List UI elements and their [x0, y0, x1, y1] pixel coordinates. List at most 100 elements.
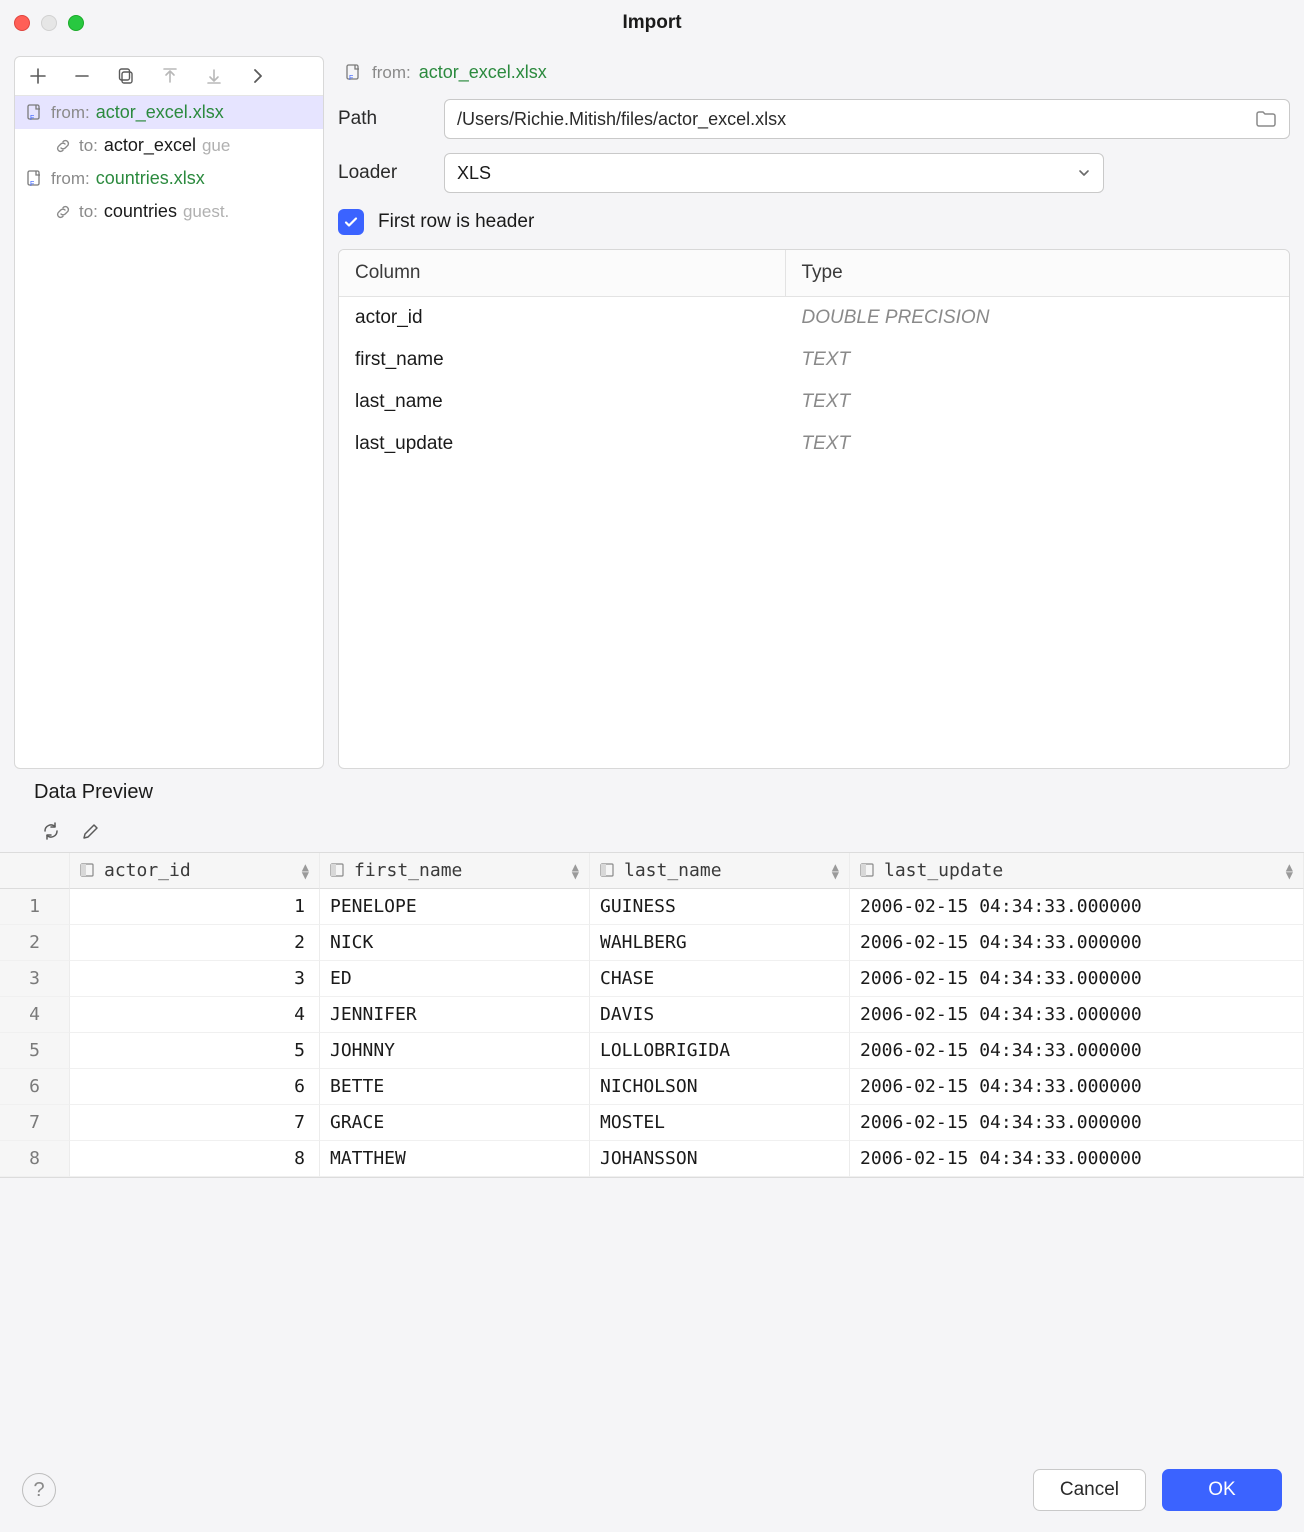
grid-header-row: actor_id ▲▼ first_name ▲▼ last_name ▲▼ l…: [0, 853, 1304, 889]
sort-icon: ▲▼: [572, 863, 579, 879]
chevron-down-icon: [1077, 166, 1091, 180]
grid-cell[interactable]: MOSTEL: [590, 1105, 850, 1141]
link-icon: [53, 136, 73, 156]
ok-button[interactable]: OK: [1162, 1469, 1282, 1511]
grid-cell[interactable]: 2006-02-15 04:34:33.000000: [850, 1069, 1304, 1105]
column-name: last_update: [339, 423, 786, 465]
column-row[interactable]: last_name TEXT: [339, 381, 1289, 423]
browse-folder-icon[interactable]: [1255, 109, 1277, 129]
grid-cell[interactable]: ED: [320, 961, 590, 997]
refresh-button[interactable]: [40, 820, 62, 842]
grid-row[interactable]: 77GRACEMOSTEL2006-02-15 04:34:33.000000: [0, 1105, 1304, 1141]
loader-row: Loader XLS: [338, 153, 1290, 193]
column-type: DOUBLE PRECISION: [786, 297, 1290, 339]
column-type: TEXT: [786, 423, 1290, 465]
column-icon: [330, 863, 346, 879]
grid-cell[interactable]: 1: [70, 889, 320, 925]
row-number: 6: [0, 1069, 70, 1105]
cancel-button[interactable]: Cancel: [1033, 1469, 1146, 1511]
column-name: last_name: [339, 381, 786, 423]
grid-header-cell[interactable]: actor_id ▲▼: [70, 853, 320, 889]
row-number: 1: [0, 889, 70, 925]
loader-select[interactable]: XLS: [444, 153, 1104, 193]
grid-cell[interactable]: 3: [70, 961, 320, 997]
grid-cell[interactable]: 2006-02-15 04:34:33.000000: [850, 961, 1304, 997]
path-label: Path: [338, 108, 426, 130]
move-down-button[interactable]: [203, 65, 225, 87]
tree-item-from[interactable]: F from: countries.xlsx: [15, 162, 323, 195]
grid-row[interactable]: 55JOHNNYLOLLOBRIGIDA2006-02-15 04:34:33.…: [0, 1033, 1304, 1069]
grid-header-cell[interactable]: last_name ▲▼: [590, 853, 850, 889]
copy-button[interactable]: [115, 65, 137, 87]
grid-cell[interactable]: MATTHEW: [320, 1141, 590, 1177]
grid-cell[interactable]: NICHOLSON: [590, 1069, 850, 1105]
grid-cell[interactable]: 7: [70, 1105, 320, 1141]
help-button[interactable]: ?: [22, 1473, 56, 1507]
grid-header-cell[interactable]: first_name ▲▼: [320, 853, 590, 889]
grid-row[interactable]: 44JENNIFERDAVIS2006-02-15 04:34:33.00000…: [0, 997, 1304, 1033]
move-up-button[interactable]: [159, 65, 181, 87]
grid-cell[interactable]: NICK: [320, 925, 590, 961]
grid-cell[interactable]: 2: [70, 925, 320, 961]
add-source-button[interactable]: [27, 65, 49, 87]
column-icon: [860, 863, 876, 879]
column-icon: [80, 863, 96, 879]
grid-cell[interactable]: PENELOPE: [320, 889, 590, 925]
grid-cell[interactable]: 2006-02-15 04:34:33.000000: [850, 997, 1304, 1033]
grid-cell[interactable]: JOHANSSON: [590, 1141, 850, 1177]
column-row[interactable]: last_update TEXT: [339, 423, 1289, 465]
grid-cell[interactable]: LOLLOBRIGIDA: [590, 1033, 850, 1069]
loader-label: Loader: [338, 162, 426, 184]
grid-header-label: actor_id: [104, 860, 191, 881]
grid-cell[interactable]: 8: [70, 1141, 320, 1177]
grid-cell[interactable]: DAVIS: [590, 997, 850, 1033]
path-input[interactable]: /Users/Richie.Mitish/files/actor_excel.x…: [444, 99, 1290, 139]
titlebar: Import: [0, 0, 1304, 46]
columns-table: Column Type actor_id DOUBLE PRECISION fi…: [338, 249, 1290, 769]
columns-header-type[interactable]: Type: [786, 250, 1290, 296]
grid-cell[interactable]: GUINESS: [590, 889, 850, 925]
grid-cell[interactable]: 2006-02-15 04:34:33.000000: [850, 925, 1304, 961]
file-from-icon: F: [25, 169, 45, 189]
tree-item-to[interactable]: to: actor_excel gue: [15, 129, 323, 162]
grid-row[interactable]: 22NICKWAHLBERG2006-02-15 04:34:33.000000: [0, 925, 1304, 961]
grid-cell[interactable]: 2006-02-15 04:34:33.000000: [850, 889, 1304, 925]
grid-cell[interactable]: 2006-02-15 04:34:33.000000: [850, 1033, 1304, 1069]
grid-cell[interactable]: 6: [70, 1069, 320, 1105]
tree-item-to[interactable]: to: countries guest.: [15, 195, 323, 228]
grid-cell[interactable]: BETTE: [320, 1069, 590, 1105]
grid-row[interactable]: 88MATTHEWJOHANSSON2006-02-15 04:34:33.00…: [0, 1141, 1304, 1177]
grid-corner: [0, 853, 70, 889]
data-preview-title: Data Preview: [0, 775, 1304, 816]
grid-cell[interactable]: GRACE: [320, 1105, 590, 1141]
first-row-header-checkbox[interactable]: [338, 209, 364, 235]
grid-row[interactable]: 33EDCHASE2006-02-15 04:34:33.000000: [0, 961, 1304, 997]
grid-header-cell[interactable]: last_update ▲▼: [850, 853, 1304, 889]
tree-item-from[interactable]: F from: actor_excel.xlsx: [15, 96, 323, 129]
grid-header-label: first_name: [354, 860, 462, 881]
grid-cell[interactable]: 2006-02-15 04:34:33.000000: [850, 1141, 1304, 1177]
grid-row[interactable]: 66BETTENICHOLSON2006-02-15 04:34:33.0000…: [0, 1069, 1304, 1105]
sort-icon: ▲▼: [832, 863, 839, 879]
grid-header-label: last_name: [624, 860, 722, 881]
grid-cell[interactable]: JOHNNY: [320, 1033, 590, 1069]
edit-button[interactable]: [80, 820, 102, 842]
file-from-icon: F: [25, 103, 45, 123]
column-row[interactable]: first_name TEXT: [339, 339, 1289, 381]
column-row[interactable]: actor_id DOUBLE PRECISION: [339, 297, 1289, 339]
column-name: actor_id: [339, 297, 786, 339]
grid-row[interactable]: 11PENELOPEGUINESS2006-02-15 04:34:33.000…: [0, 889, 1304, 925]
grid-cell[interactable]: JENNIFER: [320, 997, 590, 1033]
remove-source-button[interactable]: [71, 65, 93, 87]
columns-header-column[interactable]: Column: [339, 250, 786, 296]
grid-cell[interactable]: WAHLBERG: [590, 925, 850, 961]
row-number: 8: [0, 1141, 70, 1177]
sidebar-toolbar: [15, 57, 323, 96]
expand-button[interactable]: [247, 65, 269, 87]
grid-cell[interactable]: 4: [70, 997, 320, 1033]
grid-cell[interactable]: 2006-02-15 04:34:33.000000: [850, 1105, 1304, 1141]
preview-grid: actor_id ▲▼ first_name ▲▼ last_name ▲▼ l…: [0, 852, 1304, 1178]
main-panel: F from: actor_excel.xlsx Path /Users/Ric…: [338, 56, 1290, 769]
grid-cell[interactable]: CHASE: [590, 961, 850, 997]
grid-cell[interactable]: 5: [70, 1033, 320, 1069]
